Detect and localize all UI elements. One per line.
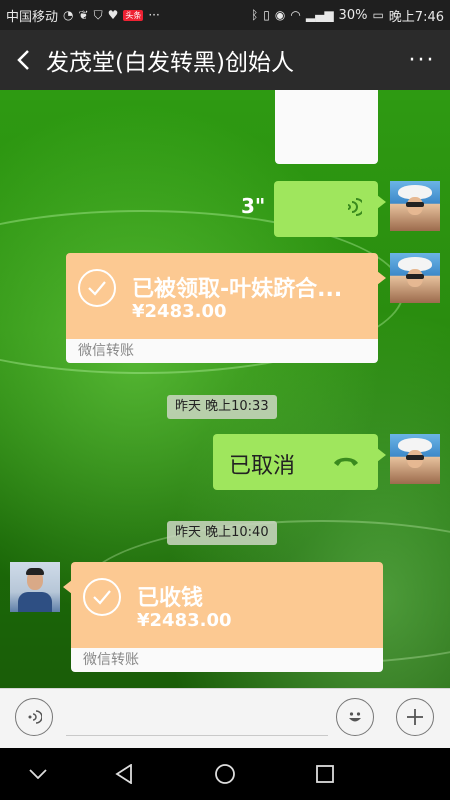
- transfer-card: 已被领取-叶妹跻合... ¥2483.00: [66, 253, 386, 339]
- voice-input-icon: [28, 710, 42, 724]
- shield-icon: ⛉: [93, 7, 103, 22]
- chat-title: 发茂堂(白发转黑)创始人: [46, 50, 294, 76]
- transfer-message[interactable]: 已被领取-叶妹跻合... ¥2483.00 微信转账: [66, 253, 386, 363]
- emoji-icon: [349, 712, 361, 722]
- back-button[interactable]: [0, 30, 46, 90]
- message-input-bar: [0, 688, 450, 748]
- phone-hangup-icon: [334, 457, 358, 466]
- contact-avatar[interactable]: [10, 562, 60, 612]
- more-functions-button[interactable]: [396, 698, 434, 736]
- carrier-label: 中国移动: [6, 9, 59, 25]
- emoji-button[interactable]: [336, 698, 374, 736]
- signal-icon: ▂▄▆: [305, 8, 334, 22]
- voice-call-message[interactable]: 已取消: [213, 434, 386, 490]
- vibrate-icon: ▯: [263, 8, 270, 22]
- wechat-icon: ❦: [78, 8, 89, 22]
- check-circle-icon: [83, 578, 121, 616]
- eye-icon: ◉: [274, 8, 286, 22]
- status-bar: 中国移动 ◔ ❦ ⛉ ♥ 头条 ··· ᛒ ▯ ◉ ◠ ▂▄▆ 30% ▭ 晚上…: [0, 0, 450, 30]
- my-avatar[interactable]: [390, 434, 440, 484]
- my-avatar[interactable]: [390, 253, 440, 303]
- message-input[interactable]: [66, 695, 328, 736]
- square-recents-icon: [316, 765, 334, 783]
- voice-wave-icon: [347, 198, 362, 216]
- message-timestamp: 昨天 晚上10:33: [167, 395, 277, 419]
- system-nav-bar: [0, 748, 450, 800]
- transfer-message[interactable]: 已收钱 ¥2483.00 微信转账: [63, 562, 383, 672]
- nav-home-button[interactable]: [213, 762, 237, 786]
- wifi-icon: ◠: [290, 8, 301, 22]
- status-bar-left: 中国移动 ◔ ❦ ⛉ ♥ 头条 ···: [6, 6, 160, 25]
- chat-header: 发茂堂(白发转黑)创始人 ···: [0, 30, 450, 90]
- chat-message-list[interactable]: 3" 已被领取-叶妹跻合... ¥2483.00 微信转账 昨天 晚上10:33…: [0, 90, 450, 688]
- heart-icon: ♥: [107, 8, 119, 22]
- back-arrow-icon: [17, 50, 29, 70]
- transfer-footer: 微信转账: [71, 648, 383, 672]
- more-options-button[interactable]: ···: [394, 30, 450, 90]
- transfer-amount: ¥2483.00: [132, 301, 227, 322]
- nav-recents-button[interactable]: [313, 762, 337, 786]
- transfer-status: 已收钱: [137, 586, 204, 611]
- call-status: 已取消: [229, 454, 296, 479]
- image-message-partial[interactable]: [275, 90, 378, 164]
- transfer-footer: 微信转账: [66, 339, 378, 363]
- voice-message-bubble[interactable]: [274, 181, 386, 237]
- status-bar-right: ᛒ ▯ ◉ ◠ ▂▄▆ 30% ▭ 晚上7:46: [251, 6, 444, 25]
- clock: 晚上7:46: [388, 9, 444, 25]
- chevron-down-icon: [29, 769, 47, 779]
- transfer-amount: ¥2483.00: [137, 610, 232, 631]
- voice-input-button[interactable]: [15, 698, 53, 736]
- qq-icon: ◔: [63, 8, 74, 22]
- battery-percent: 30%: [338, 7, 368, 23]
- bluetooth-icon: ᛒ: [251, 8, 259, 22]
- transfer-card: 已收钱 ¥2483.00: [63, 562, 383, 648]
- triangle-back-icon: [115, 764, 132, 784]
- nav-back-button[interactable]: [112, 762, 136, 786]
- toutiao-icon: 头条: [123, 9, 144, 21]
- more-notifications-icon: ···: [148, 8, 160, 22]
- check-circle-icon: [78, 269, 116, 307]
- message-timestamp: 昨天 晚上10:40: [167, 521, 277, 545]
- plus-icon: [407, 709, 423, 725]
- nav-hide-button[interactable]: [26, 762, 50, 786]
- battery-icon: ▭: [372, 8, 384, 22]
- circle-home-icon: [215, 764, 235, 784]
- voice-duration: 3": [241, 194, 266, 218]
- transfer-status: 已被领取-叶妹跻合...: [132, 277, 343, 302]
- my-avatar[interactable]: [390, 181, 440, 231]
